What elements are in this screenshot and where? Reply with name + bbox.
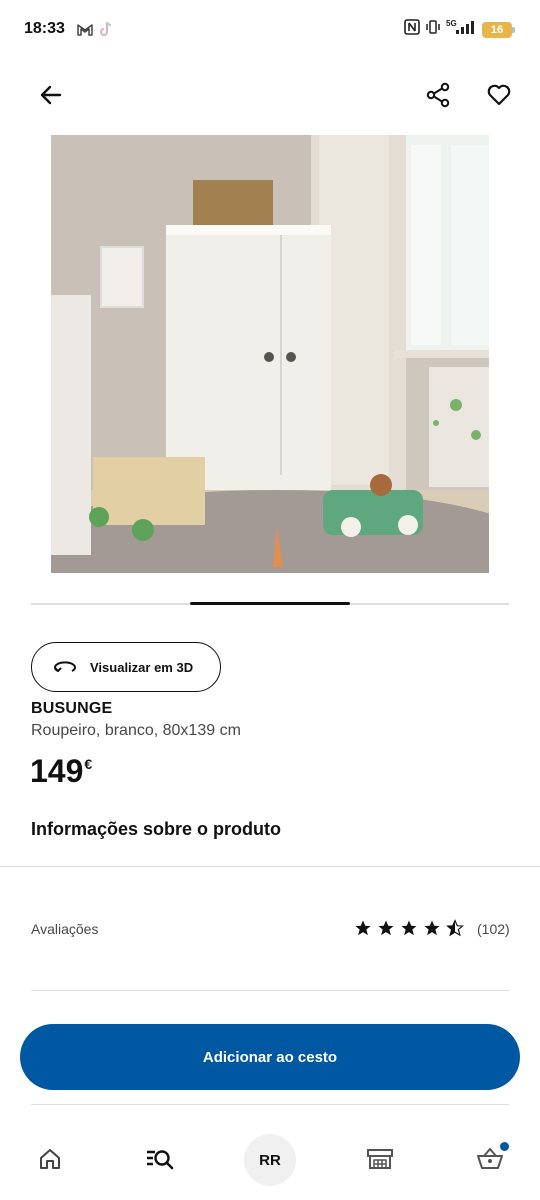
status-time: 18:33	[24, 20, 65, 37]
tiktok-icon	[99, 21, 113, 42]
carousel-active-indicator	[190, 602, 350, 605]
review-count[interactable]: (102)	[477, 921, 510, 937]
avatar-initials: RR	[259, 1151, 281, 1169]
heart-icon	[487, 84, 511, 106]
bottom-navigation: RR	[0, 1118, 540, 1200]
share-button[interactable]	[421, 78, 455, 112]
view-in-3d-button[interactable]: Visualizar em 3D	[31, 642, 221, 692]
price-value: 149	[30, 753, 84, 789]
divider	[31, 990, 509, 991]
divider	[0, 866, 540, 867]
product-image[interactable]	[51, 135, 489, 573]
status-bar: 18:33 5G 16	[0, 0, 540, 62]
share-icon	[426, 82, 450, 108]
star-full-icon	[424, 920, 440, 936]
signal-icon: 5G	[446, 19, 476, 40]
rating-stars[interactable]	[354, 919, 464, 937]
gmail-icon	[77, 23, 93, 41]
top-app-bar	[0, 62, 540, 126]
system-icons: 5G 16	[404, 19, 515, 40]
star-half-icon	[446, 919, 464, 937]
divider	[31, 1104, 509, 1105]
back-arrow-icon	[40, 85, 62, 105]
basket-notification-dot	[500, 1142, 509, 1151]
nav-home[interactable]	[25, 1134, 75, 1184]
star-full-icon	[378, 920, 394, 936]
star-full-icon	[401, 920, 417, 936]
add-to-cart-button[interactable]: Adicionar ao cesto	[20, 1024, 520, 1090]
vibrate-icon	[426, 19, 440, 40]
product-price: 149 €	[30, 752, 92, 790]
back-button[interactable]	[34, 78, 68, 112]
search-list-icon	[147, 1150, 174, 1170]
home-icon	[40, 1149, 60, 1169]
star-full-icon	[355, 920, 371, 936]
svg-text:5G: 5G	[446, 19, 457, 28]
nav-basket[interactable]	[465, 1134, 515, 1184]
nav-stores[interactable]	[355, 1134, 405, 1184]
battery-icon: 16	[482, 21, 515, 38]
basket-icon	[477, 1148, 503, 1169]
price-currency: €	[84, 756, 93, 772]
reviews-label[interactable]: Avaliações	[31, 921, 98, 937]
product-info-link[interactable]: Informações sobre o produto	[31, 819, 281, 840]
rotate-3d-icon	[54, 661, 76, 672]
product-description: Roupeiro, branco, 80x139 cm	[31, 722, 241, 739]
avatar[interactable]: RR	[244, 1134, 296, 1186]
image-carousel-indicator[interactable]	[31, 602, 509, 605]
nav-search[interactable]	[135, 1134, 185, 1184]
notification-icons	[77, 21, 113, 42]
view-in-3d-label: Visualizar em 3D	[90, 659, 194, 675]
battery-level: 16	[490, 23, 504, 36]
wardrobe-room-photo	[51, 135, 489, 573]
product-name: BUSUNGE	[31, 700, 113, 717]
nfc-icon	[404, 19, 420, 40]
favourite-button[interactable]	[482, 78, 516, 112]
store-icon	[367, 1149, 393, 1169]
